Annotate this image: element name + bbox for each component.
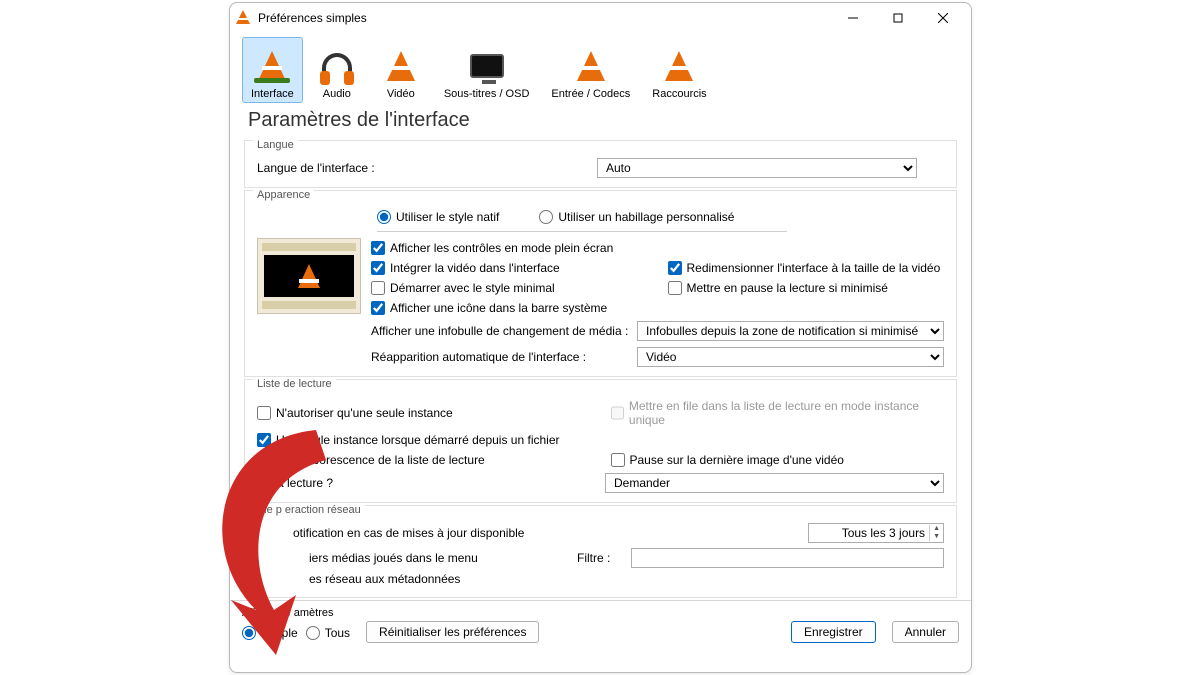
tab-input-codecs[interactable]: Entrée / Codecs — [542, 37, 639, 103]
filter-label: Filtre : — [577, 551, 623, 565]
chk-one-instance-file[interactable]: Une seule instance lorsque démarré depui… — [257, 433, 591, 447]
maximize-button[interactable] — [875, 3, 920, 33]
cone-subtitles-icon — [468, 46, 506, 86]
spinner-arrows-icon[interactable]: ▲▼ — [929, 525, 943, 541]
tab-subtitles[interactable]: Sous-titres / OSD — [435, 37, 539, 103]
radio-simple[interactable]: Simple — [242, 626, 298, 640]
close-button[interactable] — [920, 3, 965, 33]
group-privacy: Vie p eraction réseau otification en cas… — [244, 505, 957, 598]
autoraise-select[interactable]: Vidéo — [637, 347, 944, 367]
chk-embed-video[interactable]: Intégrer la vidéo dans l'interface — [371, 261, 648, 275]
continue-playback-select[interactable]: Demander — [605, 473, 944, 493]
group-apparence: Apparence Utiliser le style natif Utilis… — [244, 190, 957, 377]
tab-label: Interface — [251, 88, 294, 100]
group-playlist: Liste de lecture N'autoriser qu'une seul… — [244, 379, 957, 503]
group-legend: Liste de lecture — [253, 378, 336, 390]
tooltip-select[interactable]: Infobulles depuis la zone de notificatio… — [637, 321, 944, 341]
chk-one-instance[interactable]: N'autoriser qu'une seule instance — [257, 399, 591, 427]
chk-start-minimal[interactable]: Démarrer avec le style minimal — [371, 281, 648, 295]
chk-fullscreen-controls[interactable]: Afficher les contrôles en mode plein écr… — [371, 241, 648, 255]
autoraise-label: Réapparition automatique de l'interface … — [371, 350, 629, 364]
radio-all[interactable]: Tous — [306, 626, 350, 640]
radio-native-style[interactable]: Utiliser le style natif — [377, 210, 499, 224]
cone-hotkeys-icon — [660, 46, 698, 86]
page-heading: Paramètres de l'interface — [244, 103, 957, 140]
chk-pause-last-frame[interactable]: Pause sur la dernière image d'une vidéo — [611, 453, 945, 467]
chk-metadata-network[interactable]: es réseau aux métadonnées — [257, 572, 944, 586]
skin-preview-thumbnail — [257, 238, 361, 314]
chk-pause-minimized[interactable]: Mettre en pause la lecture si minimisé — [668, 281, 945, 295]
filter-input[interactable] — [631, 548, 944, 568]
show-prefs-label: Afficher le amètres — [242, 607, 350, 619]
tab-label: Audio — [323, 88, 351, 100]
bottom-bar: Afficher le amètres Simple Tous Réinitia… — [230, 600, 971, 651]
cone-video-icon — [382, 46, 420, 86]
chk-recent-media[interactable]: iers médias joués dans le menu — [257, 551, 569, 565]
chk-enqueue: Mettre en file dans la liste de lecture … — [611, 399, 945, 427]
headphones-icon — [318, 46, 356, 86]
group-langue: Langue Langue de l'interface : Auto — [244, 140, 957, 188]
cone-codecs-icon — [572, 46, 610, 86]
group-legend: Langue — [253, 139, 298, 151]
chk-systray-icon[interactable]: Afficher une icône dans la barre système — [371, 301, 648, 315]
reset-prefs-button[interactable]: Réinitialiser les préférences — [366, 621, 539, 643]
tab-label: Raccourcis — [652, 88, 706, 100]
cancel-button[interactable]: Annuler — [892, 621, 959, 643]
language-label: Langue de l'interface : — [257, 161, 577, 175]
tab-video[interactable]: Vidéo — [371, 37, 431, 103]
save-button[interactable]: Enregistrer — [791, 621, 876, 643]
tab-hotkeys[interactable]: Raccourcis — [643, 37, 715, 103]
cone-interface-icon — [253, 46, 291, 86]
vlc-app-icon — [236, 10, 252, 26]
chk-playlist-tree[interactable]: ser l'arborescence de la liste de lectur… — [257, 453, 591, 467]
group-legend: Apparence — [253, 189, 314, 201]
tooltip-label: Afficher une infobulle de changement de … — [371, 324, 629, 338]
continue-playback-label: a lecture ? — [257, 476, 597, 490]
minimize-button[interactable] — [830, 3, 875, 33]
update-frequency-spinner[interactable]: ▲▼ — [808, 523, 944, 543]
chk-update-notify[interactable]: otification en cas de mises à jour dispo… — [257, 526, 800, 540]
category-tabs: Interface Audio Vidéo Sous-titres / OSD … — [230, 33, 971, 103]
titlebar: Préférences simples — [230, 3, 971, 33]
window-title: Préférences simples — [258, 11, 830, 25]
preferences-window: Préférences simples Interface Audio Vidé… — [229, 2, 972, 673]
tab-interface[interactable]: Interface — [242, 37, 303, 103]
update-frequency-input[interactable] — [809, 524, 929, 542]
tab-audio[interactable]: Audio — [307, 37, 367, 103]
tab-label: Vidéo — [387, 88, 415, 100]
radio-custom-skin[interactable]: Utiliser un habillage personnalisé — [539, 210, 734, 224]
language-select[interactable]: Auto — [597, 158, 917, 178]
chk-resize-interface[interactable]: Redimensionner l'interface à la taille d… — [668, 261, 945, 275]
tab-label: Sous-titres / OSD — [444, 88, 530, 100]
group-legend: Vie p eraction réseau — [253, 504, 365, 516]
tab-label: Entrée / Codecs — [551, 88, 630, 100]
